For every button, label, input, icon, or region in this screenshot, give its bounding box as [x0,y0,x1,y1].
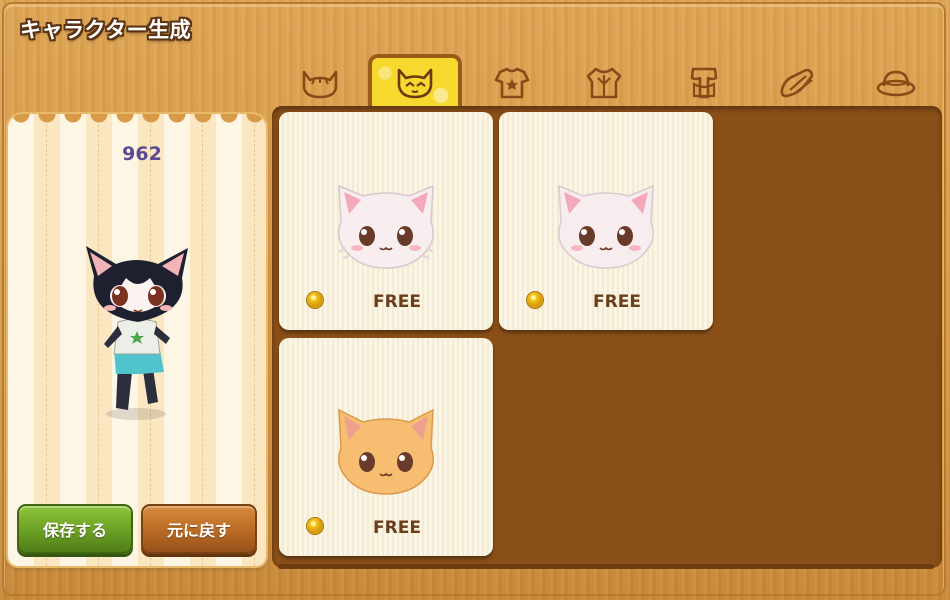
cat-face-icon [397,68,433,99]
stitch-line [46,124,47,566]
pants-icon [690,67,718,99]
item-card[interactable]: FREE [279,112,493,330]
tab-hat[interactable] [866,62,926,104]
tab-shirt[interactable] [482,62,542,104]
item-price: FREE [373,518,421,538]
coin-icon [527,292,543,308]
tab-cat-head[interactable] [290,62,350,104]
item-price: FREE [373,292,421,312]
shoes-icon [780,68,814,98]
white-fluffy-cat-face-icon [338,184,434,269]
coin-icon [307,518,323,534]
item-card[interactable]: FREE [279,338,493,556]
character-avatar [86,246,188,420]
save-button[interactable]: 保存する [17,504,133,554]
reset-button[interactable]: 元に戻す [141,504,257,554]
tab-shoes[interactable] [768,62,828,104]
cat-head-icon [302,70,338,99]
tab-jacket[interactable] [574,62,634,104]
hat-icon [876,70,916,97]
orange-cat-face-icon [338,408,434,495]
window-title: キャラクター生成 [20,18,192,42]
jacket-icon [586,67,622,99]
coin-icon [307,292,323,308]
item-grid-scrollbar[interactable] [278,564,934,569]
shirt-icon [494,67,530,99]
white-cat-face-icon [558,184,654,269]
item-card[interactable]: FREE [499,112,713,330]
tab-cat-face[interactable] [368,54,462,108]
tab-pants[interactable] [674,62,734,104]
coin-count: 962 [122,143,162,165]
item-price: FREE [593,292,641,312]
stitch-line [254,124,255,566]
